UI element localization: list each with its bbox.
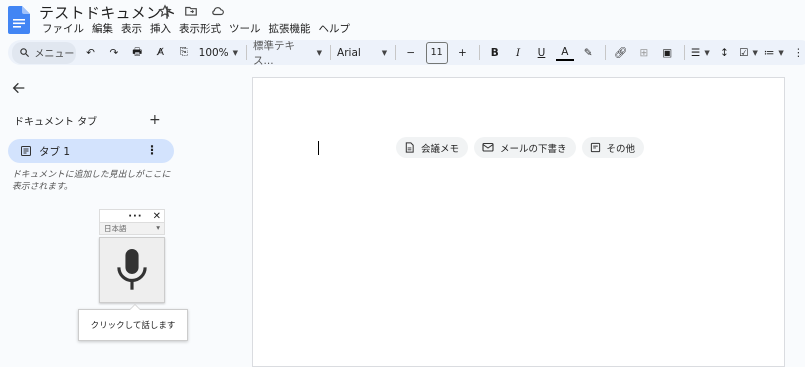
sidebar-tab-1[interactable]: タブ 1 ⋮ (8, 139, 174, 163)
menu-view[interactable]: 表示 (117, 21, 146, 36)
voice-language-select[interactable]: 日本語 ▾ (99, 223, 165, 235)
microphone-button[interactable] (99, 237, 165, 303)
italic-button[interactable]: I (509, 42, 526, 64)
style-select[interactable]: 標準テキス... ▼ (253, 40, 322, 67)
font-size-increase-button[interactable]: + (454, 42, 471, 64)
voice-tooltip: クリックして話します (78, 304, 188, 341)
redo-icon[interactable]: ↷ (105, 42, 122, 64)
font-size-decrease-button[interactable]: − (402, 42, 419, 64)
menu-file[interactable]: ファイル (38, 21, 88, 36)
link-icon[interactable]: 🔗︎ (612, 42, 629, 64)
text-color-button[interactable]: A (556, 45, 574, 61)
voice-widget-header[interactable]: ··· ✕ (99, 209, 165, 223)
checklist-select[interactable]: ☑ ▼ (739, 42, 758, 64)
menu-insert[interactable]: 挿入 (146, 21, 175, 36)
undo-icon[interactable]: ↶ (82, 42, 99, 64)
print-icon[interactable]: 🖶 (129, 42, 146, 64)
line-spacing-icon[interactable]: ↕ (716, 42, 733, 64)
email-icon (482, 142, 494, 152)
font-select[interactable]: Arial ▼ (337, 42, 387, 64)
menu-edit[interactable]: 編集 (88, 21, 117, 36)
zoom-select[interactable]: 100% ▼ (199, 42, 238, 64)
voice-typing-widget: ··· ✕ 日本語 ▾ (99, 209, 165, 303)
highlight-icon[interactable]: ✎ (580, 42, 597, 64)
more-icon[interactable]: ··· (128, 211, 142, 222)
docs-logo-icon[interactable] (8, 6, 30, 34)
menu-search-input[interactable]: メニュー (12, 41, 76, 64)
outline-hint-text: ドキュメントに追加した見出しがここに表示されます。 (12, 170, 171, 192)
document-tab-icon (20, 145, 32, 157)
spellcheck-icon[interactable]: A̸ (152, 42, 169, 64)
note-icon (590, 142, 600, 153)
menu-help[interactable]: ヘルプ (315, 21, 355, 36)
menu-bar: ファイル 編集 表示 挿入 表示形式 ツール 拡張機能 ヘルプ (38, 21, 354, 36)
underline-button[interactable]: U (533, 42, 550, 64)
bullet-list-select[interactable]: ≔ ▼ (764, 42, 784, 64)
more-templates-chip[interactable]: その他 (581, 137, 645, 158)
image-icon[interactable]: ▣ (659, 42, 676, 64)
move-folder-icon[interactable] (183, 3, 199, 19)
meeting-notes-chip[interactable]: 会議メモ (396, 137, 469, 158)
tab-label: タブ 1 (39, 145, 71, 158)
document-page[interactable]: 会議メモ メールの下書き その他 (252, 77, 785, 367)
numbered-list-icon[interactable]: ⋮ (790, 42, 805, 64)
email-draft-chip[interactable]: メールの下書き (474, 137, 576, 158)
comment-icon[interactable]: ⊞ (635, 42, 652, 64)
add-tab-button[interactable]: + (149, 112, 161, 128)
menu-tools[interactable]: ツール (225, 21, 265, 36)
document-tabs-heading: ドキュメント タブ (14, 117, 98, 128)
search-icon (20, 48, 30, 58)
star-icon[interactable] (157, 3, 173, 19)
toolbar: メニュー ↶ ↷ 🖶 A̸ ⎘ 100% ▼ 標準テキス... ▼ Arial ▼ −… (8, 40, 805, 67)
font-size-input[interactable]: 11 (425, 41, 448, 64)
align-select[interactable]: ☰ ▼ (691, 42, 710, 64)
text-cursor (318, 141, 319, 155)
menu-extensions[interactable]: 拡張機能 (265, 21, 315, 36)
back-arrow-icon[interactable] (11, 80, 27, 96)
bold-button[interactable]: B (486, 42, 503, 64)
close-icon[interactable]: ✕ (153, 211, 161, 222)
more-options-icon[interactable]: ⋮ (146, 143, 158, 157)
cloud-status-icon[interactable] (209, 3, 225, 19)
microphone-icon (117, 249, 147, 290)
menu-format[interactable]: 表示形式 (175, 21, 225, 36)
document-icon (405, 142, 414, 153)
paint-format-icon[interactable]: ⎘ (175, 42, 192, 64)
